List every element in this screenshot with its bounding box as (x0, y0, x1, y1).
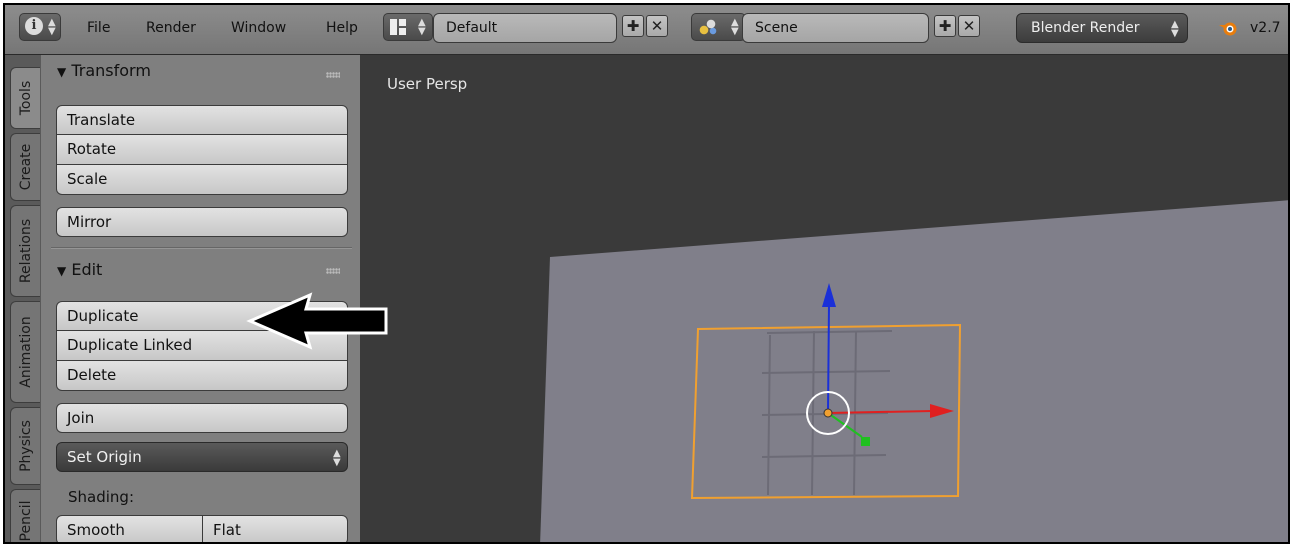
tab-label: Relations (17, 218, 34, 284)
scene-selector-button[interactable]: ▲ ▼ (691, 13, 746, 41)
set-origin-label: Set Origin (67, 448, 142, 466)
blender-window: i ▲ ▼ File Render Window Help ▲ ▼ Default … (3, 3, 1290, 544)
delete-button[interactable]: Delete (56, 361, 348, 391)
panel-divider (51, 247, 352, 249)
shading-label: Shading: (68, 488, 134, 506)
tool-shelf-tabs: Tools Create Relations Animation Physics… (5, 55, 41, 542)
3d-viewport[interactable]: User Persp (246, 55, 1288, 542)
add-scene-icon[interactable]: ✚ (934, 15, 956, 37)
tab-create[interactable]: Create (10, 133, 40, 201)
remove-scene-icon[interactable]: ✕ (958, 15, 980, 37)
blender-logo-icon (1218, 19, 1238, 37)
version-label: v2.7 (1250, 20, 1281, 36)
viewport-scene (540, 200, 1288, 542)
editor-type-button[interactable]: i ▲ ▼ (19, 13, 61, 41)
join-button[interactable]: Join (56, 403, 348, 433)
flat-button[interactable]: Flat (202, 515, 348, 542)
menu-render[interactable]: Render (146, 15, 196, 41)
ground-plane (540, 200, 1288, 542)
transform-panel-header[interactable]: ▼ Transform (57, 61, 151, 80)
scene-name-field[interactable]: Scene (742, 13, 929, 43)
layout-name-field[interactable]: Default (433, 13, 617, 43)
menu-help[interactable]: Help (326, 15, 358, 41)
z-axis-line (827, 302, 830, 414)
tab-label: Animation (17, 316, 34, 388)
tab-label: Create (17, 143, 34, 191)
updown-icon: ▲ ▼ (48, 17, 56, 37)
drag-grip-icon[interactable] (326, 72, 340, 78)
screen-layout-button[interactable]: ▲ ▼ (383, 13, 433, 41)
collapse-triangle-icon: ▼ (57, 65, 67, 79)
set-origin-dropdown[interactable]: Set Origin ▲ ▼ (56, 442, 348, 472)
tab-label: Tools (17, 80, 34, 116)
add-layout-icon[interactable]: ✚ (622, 15, 644, 37)
tab-label: Physics (17, 420, 34, 472)
scene-icon (699, 19, 717, 35)
tab-pencil[interactable]: Pencil (10, 489, 40, 542)
updown-icon: ▲ ▼ (333, 448, 341, 468)
tab-tools[interactable]: Tools (10, 67, 40, 129)
remove-layout-icon[interactable]: ✕ (646, 15, 668, 37)
render-engine-dropdown[interactable]: Blender Render ▲ ▼ (1016, 13, 1188, 43)
menu-window[interactable]: Window (231, 15, 286, 41)
tab-animation[interactable]: Animation (10, 301, 40, 403)
updown-icon: ▲ ▼ (418, 17, 426, 37)
collapse-triangle-icon: ▼ (57, 264, 67, 278)
info-icon: i (25, 17, 43, 35)
y-axis-handle-icon (861, 437, 870, 446)
edit-panel-title: Edit (71, 260, 103, 279)
updown-icon: ▲ ▼ (731, 17, 739, 37)
render-engine-label: Blender Render (1031, 20, 1140, 36)
edit-panel-header[interactable]: ▼ Edit (57, 260, 102, 279)
info-header: i ▲ ▼ File Render Window Help ▲ ▼ Default … (5, 5, 1288, 55)
tab-physics[interactable]: Physics (10, 407, 40, 485)
view-mode-label: User Persp (387, 75, 468, 93)
translate-button[interactable]: Translate (56, 105, 348, 135)
mirror-button[interactable]: Mirror (56, 207, 348, 237)
scale-button[interactable]: Scale (56, 165, 348, 195)
layout-grid-icon (390, 19, 406, 35)
drag-grip-icon[interactable] (326, 268, 340, 274)
tab-label: Pencil (17, 500, 34, 542)
updown-icon: ▲ ▼ (1171, 19, 1179, 39)
tab-relations[interactable]: Relations (10, 205, 40, 297)
smooth-button[interactable]: Smooth (56, 515, 203, 542)
object-origin-icon (823, 408, 833, 418)
annotation-arrow-icon (246, 292, 388, 350)
menu-file[interactable]: File (87, 15, 110, 41)
rotate-button[interactable]: Rotate (56, 135, 348, 165)
transform-panel-title: Transform (71, 61, 151, 80)
